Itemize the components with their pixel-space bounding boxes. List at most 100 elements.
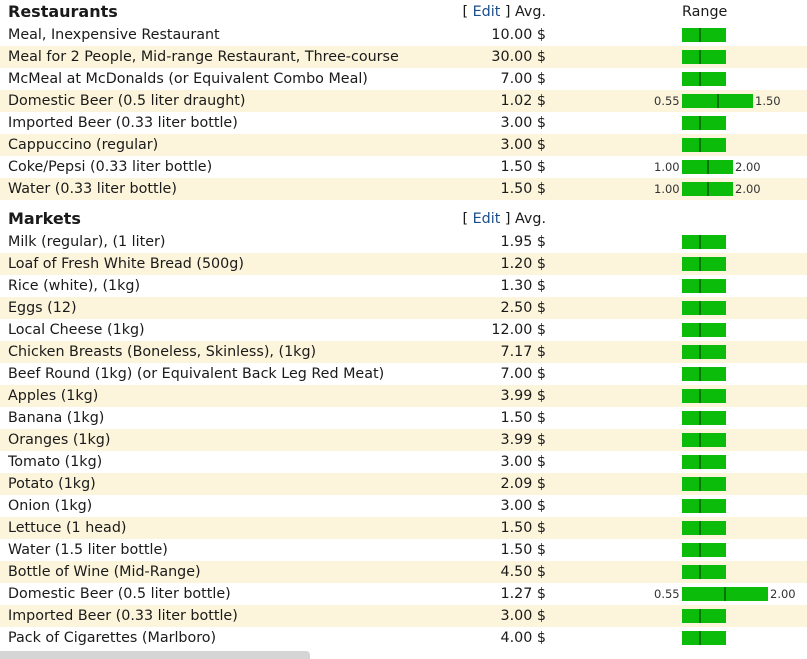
range-min-label: 1.00 — [654, 182, 680, 196]
spacer-cell — [0, 200, 807, 207]
item-name: Apples (1kg) — [0, 385, 440, 407]
item-name: Meal for 2 People, Mid-range Restaurant,… — [0, 46, 440, 68]
range-bar-container: 0.55 1.50 — [548, 90, 807, 112]
range-average-marker — [699, 50, 701, 64]
range-average-marker — [699, 411, 701, 425]
item-price: 1.20 $ — [440, 253, 548, 275]
range-average-marker — [699, 28, 701, 42]
range-bar — [682, 543, 726, 557]
table-body: Restaurants [ Edit ] Avg. Range Meal, Inexp… — [0, 0, 807, 649]
item-range — [548, 451, 807, 473]
range-bar-container — [548, 627, 807, 649]
range-bar — [682, 235, 726, 249]
range-bar — [682, 72, 726, 86]
edit-link[interactable]: Edit — [473, 4, 501, 20]
item-range — [548, 112, 807, 134]
edit-link[interactable]: Edit — [473, 211, 501, 227]
item-price: 3.99 $ — [440, 429, 548, 451]
item-name: Water (1.5 liter bottle) — [8, 542, 168, 558]
range-average-marker — [699, 301, 701, 315]
item-range — [548, 385, 807, 407]
item-range — [548, 68, 807, 90]
horizontal-scrollbar[interactable] — [0, 651, 310, 659]
avg-header: [ Edit ] Avg. — [440, 207, 548, 231]
item-range — [548, 517, 807, 539]
range-bar — [682, 345, 726, 359]
range-average-marker — [699, 279, 701, 293]
section-spacer — [0, 200, 807, 207]
table-row: Domestic Beer (0.5 liter draught) 1.02 $0… — [0, 90, 807, 112]
item-price: 3.00 $ — [440, 134, 548, 156]
range-max-label: 2.00 — [735, 182, 761, 196]
section-title: Restaurants — [8, 2, 118, 21]
item-range — [548, 231, 807, 253]
item-name: Local Cheese (1kg) — [8, 322, 145, 338]
item-range — [548, 473, 807, 495]
item-price: 3.99 $ — [440, 385, 548, 407]
item-name: Domestic Beer (0.5 liter draught) — [0, 90, 440, 112]
range-bar-container — [548, 605, 807, 627]
item-name: Imported Beer (0.33 liter bottle) — [8, 115, 238, 131]
item-name: Milk (regular), (1 liter) — [8, 234, 166, 250]
range-bar-container — [548, 231, 807, 253]
section-title: Markets — [8, 209, 81, 228]
item-price: 1.50 $ — [440, 178, 548, 200]
range-bar — [682, 565, 726, 579]
item-range: 1.00 2.00 — [548, 178, 807, 200]
range-average-marker — [699, 235, 701, 249]
edit-bracket-open: [ — [462, 4, 473, 20]
range-average-marker — [717, 94, 719, 108]
range-average-marker — [699, 543, 701, 557]
range-average-marker — [699, 116, 701, 130]
item-range — [548, 46, 807, 68]
item-range — [548, 407, 807, 429]
range-bar — [682, 499, 726, 513]
range-bar-container — [548, 473, 807, 495]
range-max-label: 2.00 — [735, 160, 761, 174]
item-price: 1.95 $ — [500, 234, 546, 250]
range-bar-container — [548, 429, 807, 451]
range-average-marker — [699, 345, 701, 359]
range-bar-container — [548, 134, 807, 156]
range-max-label: 1.50 — [755, 94, 781, 108]
range-bar — [682, 433, 726, 447]
item-name: Bottle of Wine (Mid-Range) — [0, 561, 440, 583]
range-average-marker — [707, 182, 709, 196]
item-name: Pack of Cigarettes (Marlboro) — [8, 630, 217, 646]
range-bar — [682, 28, 726, 42]
table-row: Domestic Beer (0.5 liter bottle) 1.27 $0.… — [0, 583, 807, 605]
range-bar-container — [548, 363, 807, 385]
range-header: Range — [548, 0, 807, 24]
range-average-marker — [699, 367, 701, 381]
item-range — [548, 561, 807, 583]
item-name: Lettuce (1 head) — [0, 517, 440, 539]
item-price: 1.30 $ — [500, 278, 546, 294]
range-average-marker — [724, 587, 726, 601]
item-name: Meal, Inexpensive Restaurant — [8, 27, 220, 43]
range-average-marker — [699, 138, 701, 152]
range-bar — [682, 631, 726, 645]
item-price: 1.02 $ — [440, 90, 548, 112]
range-average-marker — [699, 257, 701, 271]
table-row: Local Cheese (1kg) 12.00 $ — [0, 319, 807, 341]
item-price: 1.27 $ — [500, 586, 546, 602]
range-bar-container — [548, 46, 807, 68]
range-bar-container — [548, 275, 807, 297]
range-bar — [682, 521, 726, 535]
item-price: 1.50 $ — [500, 542, 546, 558]
table-row: Oranges (1kg) 3.99 $ — [0, 429, 807, 451]
item-price: 4.00 $ — [500, 630, 546, 646]
range-label: Range — [682, 4, 728, 20]
range-average-marker — [699, 389, 701, 403]
item-price: 7.00 $ — [500, 366, 546, 382]
cost-of-living-table: Restaurants [ Edit ] Avg. Range Meal, Inexp… — [0, 0, 807, 649]
range-bar — [682, 367, 726, 381]
range-bar — [682, 477, 726, 491]
item-name: McMeal at McDonalds (or Equivalent Combo… — [8, 71, 368, 87]
range-bar-container — [548, 24, 807, 46]
table-row: Lettuce (1 head) 1.50 $ — [0, 517, 807, 539]
item-range — [548, 495, 807, 517]
range-bar-container — [548, 561, 807, 583]
table-row: Coke/Pepsi (0.33 liter bottle) 1.50 $1.00… — [0, 156, 807, 178]
item-price: 7.17 $ — [440, 341, 548, 363]
